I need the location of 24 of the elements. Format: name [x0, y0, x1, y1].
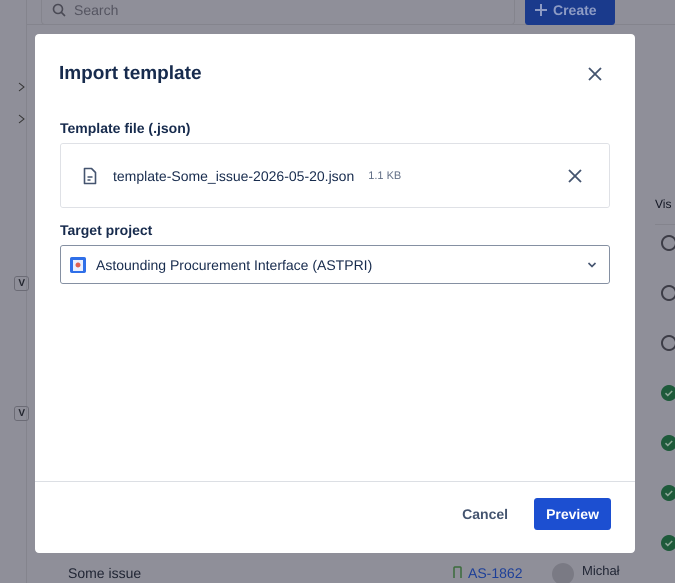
- project-avatar-icon: [70, 256, 86, 272]
- close-icon: [567, 168, 583, 184]
- issue-summary: Some issue: [68, 565, 142, 581]
- column-header: Vis: [655, 195, 675, 225]
- assignee-name: Michał: [582, 563, 620, 579]
- field-label: Template file (.json): [60, 120, 192, 136]
- file-icon: [83, 166, 97, 184]
- field-label: Target project: [60, 222, 154, 238]
- create-button[interactable]: Create: [525, 0, 615, 24]
- chevron-icon: [18, 114, 26, 124]
- version-badge: V: [14, 276, 29, 291]
- plus-icon: [535, 4, 547, 16]
- close-icon: [587, 66, 603, 82]
- version-badge: V: [14, 406, 29, 421]
- file-size: 1.1 KB: [368, 170, 402, 182]
- search-icon: [52, 3, 66, 17]
- story-icon: [453, 566, 462, 578]
- cancel-button[interactable]: Cancel: [450, 498, 520, 530]
- dialog-title: Import template: [59, 63, 202, 85]
- file-name: template-Some_issue-2026-05-20.json: [113, 168, 354, 184]
- project-select[interactable]: Astounding Procurement Interface (ASTPRI): [60, 245, 610, 284]
- chevron-down-icon: [587, 262, 597, 268]
- chevron-icon: [18, 82, 26, 92]
- preview-button[interactable]: Preview: [534, 498, 611, 530]
